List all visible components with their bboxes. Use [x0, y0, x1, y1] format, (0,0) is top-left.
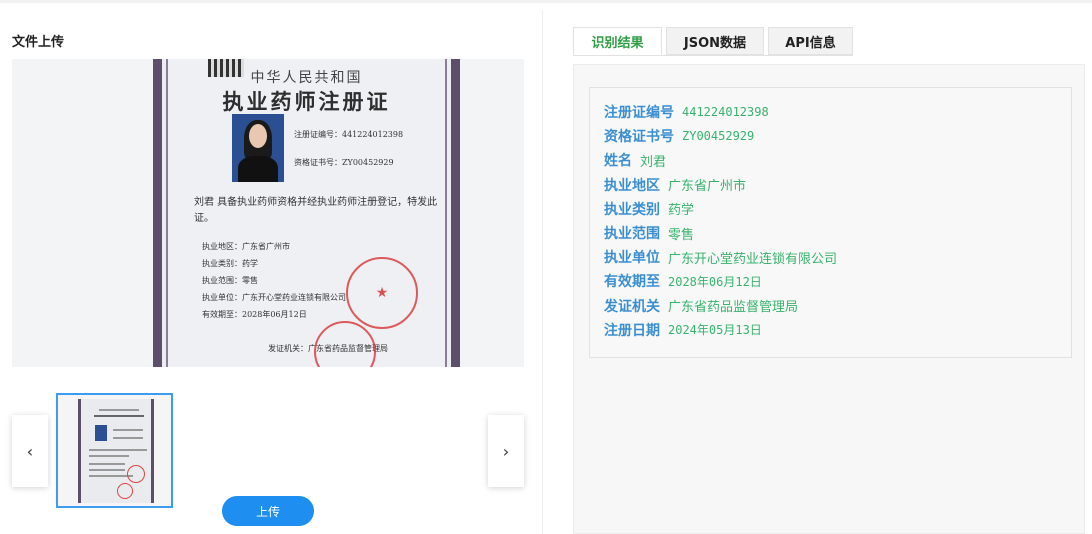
result-key: 执业类别: [604, 201, 660, 218]
result-row: 注册日期 2024年05月13日: [604, 318, 1071, 342]
result-row: 姓名 刘君: [604, 148, 1071, 172]
result-key: 发证机关: [604, 298, 660, 315]
result-row: 执业范围 零售: [604, 221, 1071, 245]
tab-underline: [573, 55, 853, 56]
result-value: 广东省广州市: [668, 179, 747, 195]
red-seal-icon: ★: [346, 257, 418, 329]
chevron-right-icon: ›: [502, 441, 510, 461]
tab-recognition-result[interactable]: 识别结果: [573, 27, 662, 55]
thumbnail-next-button[interactable]: ›: [488, 415, 524, 487]
result-row: 执业类别 药学: [604, 197, 1071, 221]
certificate-field: 执业范围：零售: [202, 276, 258, 285]
result-value: 刘君: [640, 154, 667, 170]
upload-section: 文件上传 中华人民共和国 执业药师注册证 注册证编号：441224012398 …: [0, 3, 542, 534]
result-key: 姓名: [604, 153, 632, 170]
upload-button[interactable]: 上传: [222, 496, 314, 526]
result-value: 零售: [668, 227, 695, 243]
result-value: 药学: [668, 203, 695, 219]
certificate-image: 中华人民共和国 执业药师注册证 注册证编号：441224012398 资格证书号…: [153, 59, 460, 367]
certificate-field: 执业类别：药学: [202, 259, 258, 268]
result-row: 资格证书号 ZY00452929: [604, 124, 1071, 148]
result-section: 识别结果 JSON数据 API信息 注册证编号 441224012398 资格证书…: [555, 3, 1092, 534]
result-row: 发证机关 广东省药品监督管理局: [604, 294, 1071, 318]
result-value: 2024年05月13日: [668, 323, 762, 338]
tab-api-info[interactable]: API信息: [768, 27, 853, 55]
image-preview: 中华人民共和国 执业药师注册证 注册证编号：441224012398 资格证书号…: [12, 59, 524, 367]
result-key: 注册日期: [604, 322, 660, 339]
red-seal-icon: [314, 321, 376, 367]
thumbnail-selected[interactable]: [56, 393, 173, 508]
result-value: 2028年06月12日: [668, 274, 762, 289]
chevron-left-icon: ‹: [26, 441, 34, 461]
certificate-country: 中华人民共和国: [250, 70, 363, 86]
tab-panel: 注册证编号 441224012398 资格证书号 ZY00452929 姓名 刘君 执…: [573, 64, 1085, 534]
certificate-field: 执业地区：广东省广州市: [202, 242, 290, 251]
result-list: 注册证编号 441224012398 资格证书号 ZY00452929 姓名 刘君 执…: [589, 87, 1072, 358]
result-value: ZY00452929: [682, 129, 755, 144]
column-divider: [542, 10, 543, 534]
certificate-statement: 刘君 具备执业药师资格并经执业药师注册登记，特发此证。: [194, 197, 438, 224]
certificate-field: 有效期至：2028年06月12日: [202, 310, 307, 319]
result-row: 执业单位 广东开心堂药业连锁有限公司: [604, 245, 1071, 269]
tab-json-data[interactable]: JSON数据: [666, 27, 764, 55]
result-row: 执业地区 广东省广州市: [604, 173, 1071, 197]
thumbnail-prev-button[interactable]: ‹: [12, 415, 48, 487]
result-key: 执业地区: [604, 177, 660, 194]
certificate-qual-no: 资格证书号：ZY00452929: [294, 158, 394, 167]
certificate-title: 执业药师注册证: [222, 89, 391, 114]
result-value: 441224012398: [682, 105, 769, 120]
result-row: 有效期至 2028年06月12日: [604, 269, 1071, 293]
result-row: 注册证编号 441224012398: [604, 100, 1071, 124]
result-key: 执业范围: [604, 226, 660, 243]
result-key: 注册证编号: [604, 105, 674, 122]
result-key: 有效期至: [604, 274, 660, 291]
result-value: 广东省药品监督管理局: [668, 300, 799, 316]
result-value: 广东开心堂药业连锁有限公司: [668, 251, 838, 267]
thumbnail-certificate: [78, 399, 154, 503]
certificate-reg-no: 注册证编号：441224012398: [294, 130, 404, 139]
certificate-field: 执业单位：广东开心堂药业连锁有限公司: [202, 293, 346, 302]
result-key: 资格证书号: [604, 129, 674, 146]
section-title: 文件上传: [12, 35, 65, 50]
result-key: 执业单位: [604, 250, 660, 267]
certificate-inner: 中华人民共和国 执业药师注册证 注册证编号：441224012398 资格证书号…: [166, 59, 447, 367]
holder-photo: [232, 114, 284, 182]
